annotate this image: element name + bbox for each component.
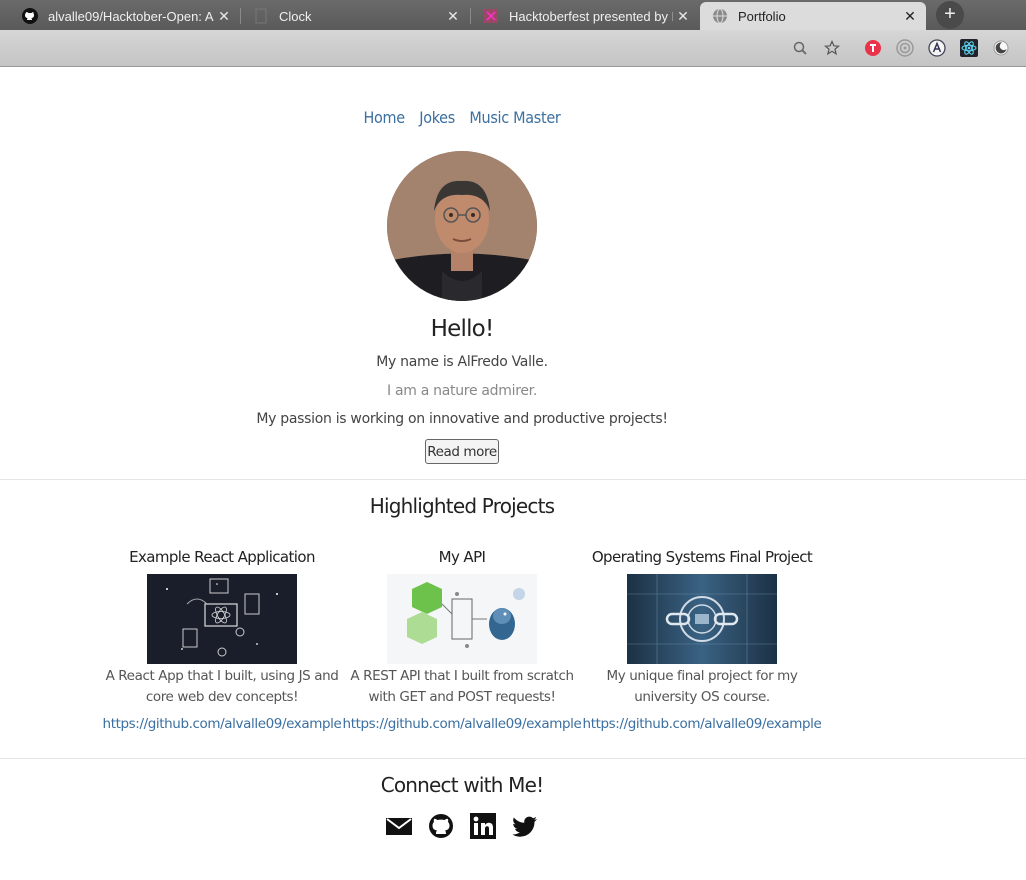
extension-red-icon[interactable] xyxy=(864,39,882,57)
read-more-button[interactable]: Read more xyxy=(425,439,499,464)
main-nav: Home Jokes Music Master xyxy=(0,108,924,128)
browser-tab-portfolio[interactable]: Portfolio ✕ xyxy=(700,2,926,30)
bookmark-star-icon[interactable] xyxy=(823,39,841,57)
browser-tab-github[interactable]: alvalle09/Hacktober-Open: Ad ✕ xyxy=(10,2,240,30)
project-description-line: A React App that I built, using JS and xyxy=(105,668,339,684)
extension-a-icon[interactable] xyxy=(928,39,946,57)
api-project-thumbnail xyxy=(387,574,537,664)
project-title: Example React Application xyxy=(129,548,315,566)
project-title: My API xyxy=(438,548,486,566)
blank-page-icon xyxy=(255,8,267,24)
nav-link-home[interactable]: Home xyxy=(363,108,405,127)
tab-title: Hacktoberfest presented by Di xyxy=(509,8,673,24)
tab-title: alvalle09/Hacktober-Open: Ad xyxy=(48,8,214,24)
browser-toolbar xyxy=(0,30,1026,67)
nav-link-jokes[interactable]: Jokes xyxy=(419,108,455,127)
new-tab-button[interactable]: + xyxy=(936,1,964,29)
project-description-line: A REST API that I built from scratch xyxy=(350,668,574,684)
project-link[interactable]: https://github.com/alvalle09/example xyxy=(102,716,342,732)
extension-moon-icon[interactable] xyxy=(992,39,1010,57)
project-description: A REST API that I built from scratch wit… xyxy=(342,666,582,708)
connect-heading: Connect with Me! xyxy=(380,773,544,797)
linkedin-icon[interactable] xyxy=(469,812,497,840)
close-tab-icon[interactable]: ✕ xyxy=(214,8,234,25)
zoom-icon[interactable] xyxy=(791,39,809,57)
hero-tagline: I am a nature admirer. xyxy=(387,383,537,399)
github-icon[interactable] xyxy=(427,812,455,840)
nav-link-music-master[interactable]: Music Master xyxy=(469,108,560,127)
project-description-line: My unique final project for my xyxy=(606,668,798,684)
hero-passion: My passion is working on innovative and … xyxy=(256,411,668,427)
browser-tab-strip: alvalle09/Hacktober-Open: Ad ✕ Clock ✕ H… xyxy=(0,0,1026,30)
tab-title: Clock xyxy=(279,8,312,24)
project-title: Operating Systems Final Project xyxy=(591,548,813,566)
browser-tab-hacktoberfest[interactable]: Hacktoberfest presented by Di ✕ xyxy=(471,2,699,30)
react-project-thumbnail xyxy=(147,574,297,664)
section-divider xyxy=(0,479,1026,480)
twitter-icon[interactable] xyxy=(511,812,539,840)
project-link[interactable]: https://github.com/alvalle09/example xyxy=(342,716,582,732)
portfolio-page: Home Jokes Music Master Hello! My name i… xyxy=(0,68,1026,880)
project-description: A React App that I built, using JS and c… xyxy=(102,666,342,708)
os-project-thumbnail xyxy=(627,574,777,664)
globe-icon xyxy=(713,8,727,24)
section-divider xyxy=(0,758,1026,759)
project-description: My unique final project for my universit… xyxy=(582,666,822,708)
browser-tab-clock[interactable]: Clock ✕ xyxy=(241,2,469,30)
close-tab-icon[interactable]: ✕ xyxy=(900,8,920,25)
project-description-line: university OS course. xyxy=(634,689,770,705)
project-description-line: core web dev concepts! xyxy=(145,689,299,705)
close-tab-icon[interactable]: ✕ xyxy=(443,8,463,25)
hacktoberfest-icon xyxy=(484,9,498,23)
profile-photo xyxy=(387,151,537,301)
project-card: My API A REST API that I built from scra… xyxy=(342,548,582,732)
email-icon[interactable] xyxy=(385,812,413,840)
projects-heading: Highlighted Projects xyxy=(369,494,555,518)
hero-greeting: Hello! xyxy=(430,316,495,342)
project-card: Operating Systems Final Project My uniqu… xyxy=(582,548,822,732)
extension-radar-icon[interactable] xyxy=(896,39,914,57)
react-devtools-icon[interactable] xyxy=(960,39,978,57)
social-links xyxy=(385,812,539,840)
project-link[interactable]: https://github.com/alvalle09/example xyxy=(582,716,822,732)
github-icon xyxy=(22,8,38,24)
project-description-line: with GET and POST requests! xyxy=(368,689,556,705)
project-card: Example React Application A React App th… xyxy=(102,548,342,732)
hero-name-line: My name is AlFredo Valle. xyxy=(376,354,548,370)
close-tab-icon[interactable]: ✕ xyxy=(673,8,693,25)
tab-title: Portfolio xyxy=(738,8,786,24)
